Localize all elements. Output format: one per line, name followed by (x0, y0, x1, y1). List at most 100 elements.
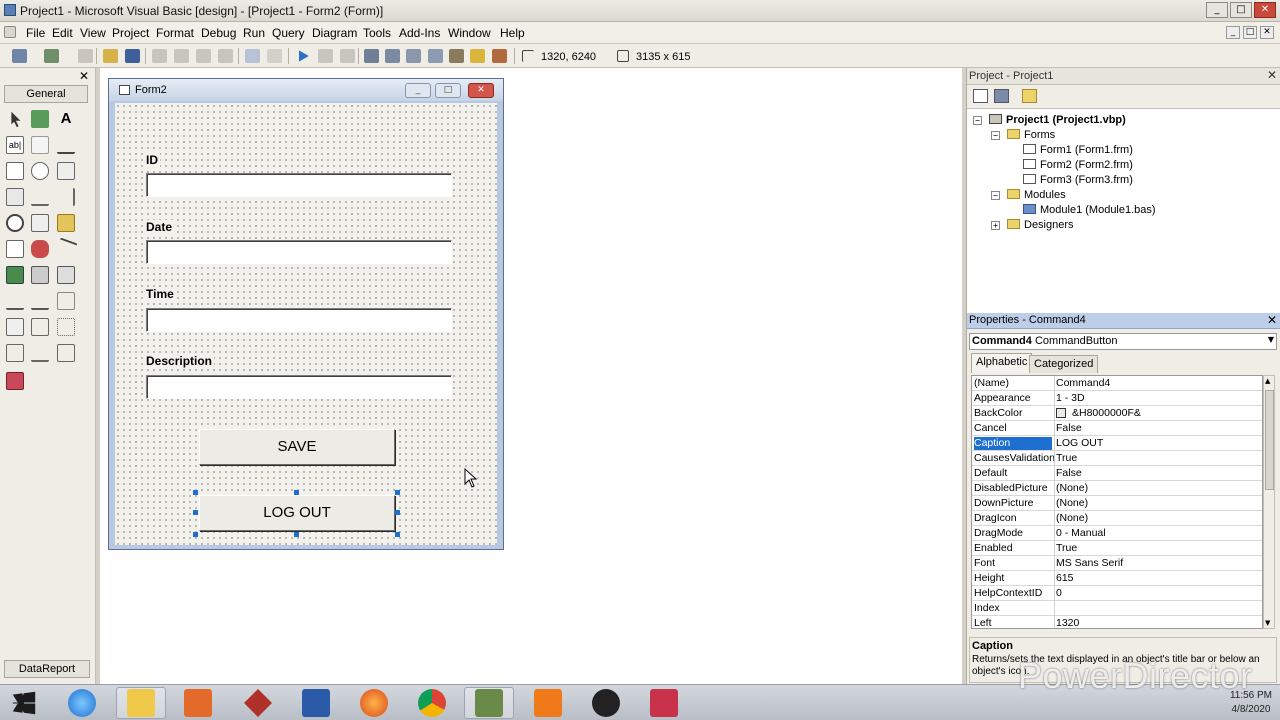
menu-project[interactable]: Project (110, 26, 151, 40)
toolbar-tool-icon[interactable] (6, 344, 24, 362)
hscrollbar-tool-icon[interactable] (31, 188, 49, 206)
datacombo-tool-icon[interactable] (6, 292, 24, 310)
tree-form2[interactable]: Form2 (Form2.frm) (1023, 159, 1133, 171)
date-label[interactable]: Date (144, 220, 175, 234)
tree-form3[interactable]: Form3 (Form3.frm) (1023, 174, 1133, 186)
tree-module1[interactable]: Module1 (Module1.bas) (1023, 204, 1156, 216)
listview-tool-icon[interactable] (57, 318, 75, 336)
property-row-dragicon[interactable]: DragIcon (None) (972, 511, 1262, 526)
vscrollbar-tool-icon[interactable] (57, 188, 75, 206)
property-row-index[interactable]: Index (972, 601, 1262, 616)
property-row-dragmode[interactable]: DragMode 0 - Manual (972, 526, 1262, 541)
expand-icon[interactable]: + (991, 221, 1000, 230)
property-row-enabled[interactable]: Enabled True (972, 541, 1262, 556)
property-name[interactable]: Caption (974, 437, 1052, 450)
form-close-button[interactable]: ✕ (468, 83, 494, 98)
toolbox-icon[interactable] (449, 49, 464, 63)
property-row-appearance[interactable]: Appearance 1 - 3D (972, 391, 1262, 406)
menu-window[interactable]: Window (446, 26, 493, 40)
resize-handle[interactable] (395, 532, 400, 537)
ole-tool-icon[interactable] (57, 266, 75, 284)
textbox-tool-icon[interactable]: ab| (6, 136, 24, 154)
visual-component-manager-icon[interactable] (492, 49, 507, 63)
property-name[interactable]: Default (974, 467, 1052, 480)
start-icon[interactable] (299, 50, 309, 62)
property-value[interactable]: LOG OUT (1056, 437, 1103, 449)
form2-designer-window[interactable]: Form2 _ □ ✕ ID Date Time Description SAV… (108, 78, 504, 550)
resize-handle[interactable] (395, 510, 400, 515)
property-value[interactable]: True (1056, 452, 1077, 464)
mdi-minimize-button[interactable]: _ (1226, 26, 1240, 39)
property-value[interactable]: (None) (1056, 482, 1088, 494)
dirlistbox-tool-icon[interactable] (57, 214, 75, 232)
property-name[interactable]: Height (974, 572, 1052, 585)
close-button[interactable]: ✕ (1254, 2, 1276, 18)
file-explorer-icon[interactable] (127, 689, 155, 717)
logout-button[interactable]: LOG OUT (199, 495, 395, 531)
object-selector-dropdown[interactable]: Command4 CommandButton ▼ (969, 333, 1277, 350)
property-name[interactable]: HelpContextID (974, 587, 1052, 600)
menu-query[interactable]: Query (270, 26, 307, 40)
label-tool-icon[interactable]: A (57, 110, 75, 128)
property-value[interactable]: Command4 (1056, 377, 1110, 389)
start-button[interactable] (12, 691, 36, 715)
break-icon[interactable] (318, 49, 333, 63)
mdi-close-button[interactable]: ✕ (1260, 26, 1274, 39)
property-value[interactable]: 1 - 3D (1056, 392, 1085, 404)
chrome-icon[interactable] (418, 689, 446, 717)
grid-tool-icon[interactable] (57, 344, 75, 362)
cut-icon[interactable] (152, 49, 167, 63)
toolbox-close-icon[interactable]: ✕ (79, 69, 89, 83)
vb-app-icon[interactable] (4, 4, 16, 16)
toolbox-tab-general[interactable]: General (4, 85, 88, 103)
open-project-icon[interactable] (103, 49, 118, 63)
save-project-icon[interactable] (125, 49, 140, 63)
tab-alphabetic[interactable]: Alphabetic (971, 353, 1033, 373)
property-name[interactable]: BackColor (974, 407, 1052, 420)
property-value[interactable]: &H8000000F& (1072, 407, 1141, 419)
frame-tool-icon[interactable] (31, 136, 49, 154)
property-name[interactable]: DisabledPicture (974, 482, 1052, 495)
property-row-cancel[interactable]: Cancel False (972, 421, 1262, 436)
filelistbox-tool-icon[interactable] (6, 240, 24, 258)
scroll-up-icon[interactable]: ▲ (1265, 377, 1270, 385)
id-textbox[interactable] (146, 173, 452, 197)
property-name[interactable]: Cancel (974, 422, 1052, 435)
toggle-folders-icon[interactable] (1022, 89, 1037, 103)
combobox-tool-icon[interactable] (57, 162, 75, 180)
picturebox-tool-icon[interactable] (31, 110, 49, 128)
property-row-disabledpicture[interactable]: DisabledPicture (None) (972, 481, 1262, 496)
property-row-height[interactable]: Height 615 (972, 571, 1262, 586)
scrollbar-thumb[interactable] (1265, 390, 1274, 490)
menu-add-ins[interactable]: Add-Ins (397, 26, 442, 40)
form2-caption-bar[interactable]: Form2 _ □ ✕ (109, 79, 503, 101)
image-tool-icon[interactable] (6, 266, 24, 284)
property-value[interactable]: 615 (1056, 572, 1074, 584)
menu-edit[interactable]: Edit (50, 26, 75, 40)
property-name[interactable]: DragMode (974, 527, 1052, 540)
view-code-icon[interactable] (973, 89, 988, 103)
timer-tool-icon[interactable] (6, 214, 24, 232)
menu-run[interactable]: Run (241, 26, 267, 40)
resize-handle[interactable] (294, 490, 299, 495)
property-row-left[interactable]: Left 1320 (972, 616, 1262, 628)
form-maximize-button[interactable]: □ (435, 83, 461, 98)
toolbox-tab-datareport[interactable]: DataReport (4, 660, 90, 678)
maximize-button[interactable]: □ (1230, 2, 1252, 18)
scroll-down-icon[interactable]: ▼ (1265, 619, 1270, 627)
vb6-ide-icon[interactable] (475, 689, 503, 717)
commandbutton-tool-icon[interactable] (57, 136, 75, 154)
property-value[interactable]: True (1056, 542, 1077, 554)
datalist-tool-icon[interactable] (31, 292, 49, 310)
property-row-backcolor[interactable]: BackColor &H8000000F& (972, 406, 1262, 421)
firefox-icon[interactable] (360, 689, 388, 717)
end-icon[interactable] (340, 49, 355, 63)
menu-format[interactable]: Format (154, 26, 196, 40)
property-value[interactable]: MS Sans Serif (1056, 557, 1123, 569)
visual-basic-icon[interactable] (244, 689, 272, 717)
shape-tool-icon[interactable] (31, 240, 49, 258)
properties-window-icon[interactable] (385, 49, 400, 63)
checkbox-tool-icon[interactable] (6, 162, 24, 180)
date-textbox[interactable] (146, 240, 452, 264)
id-label[interactable]: ID (144, 153, 160, 167)
